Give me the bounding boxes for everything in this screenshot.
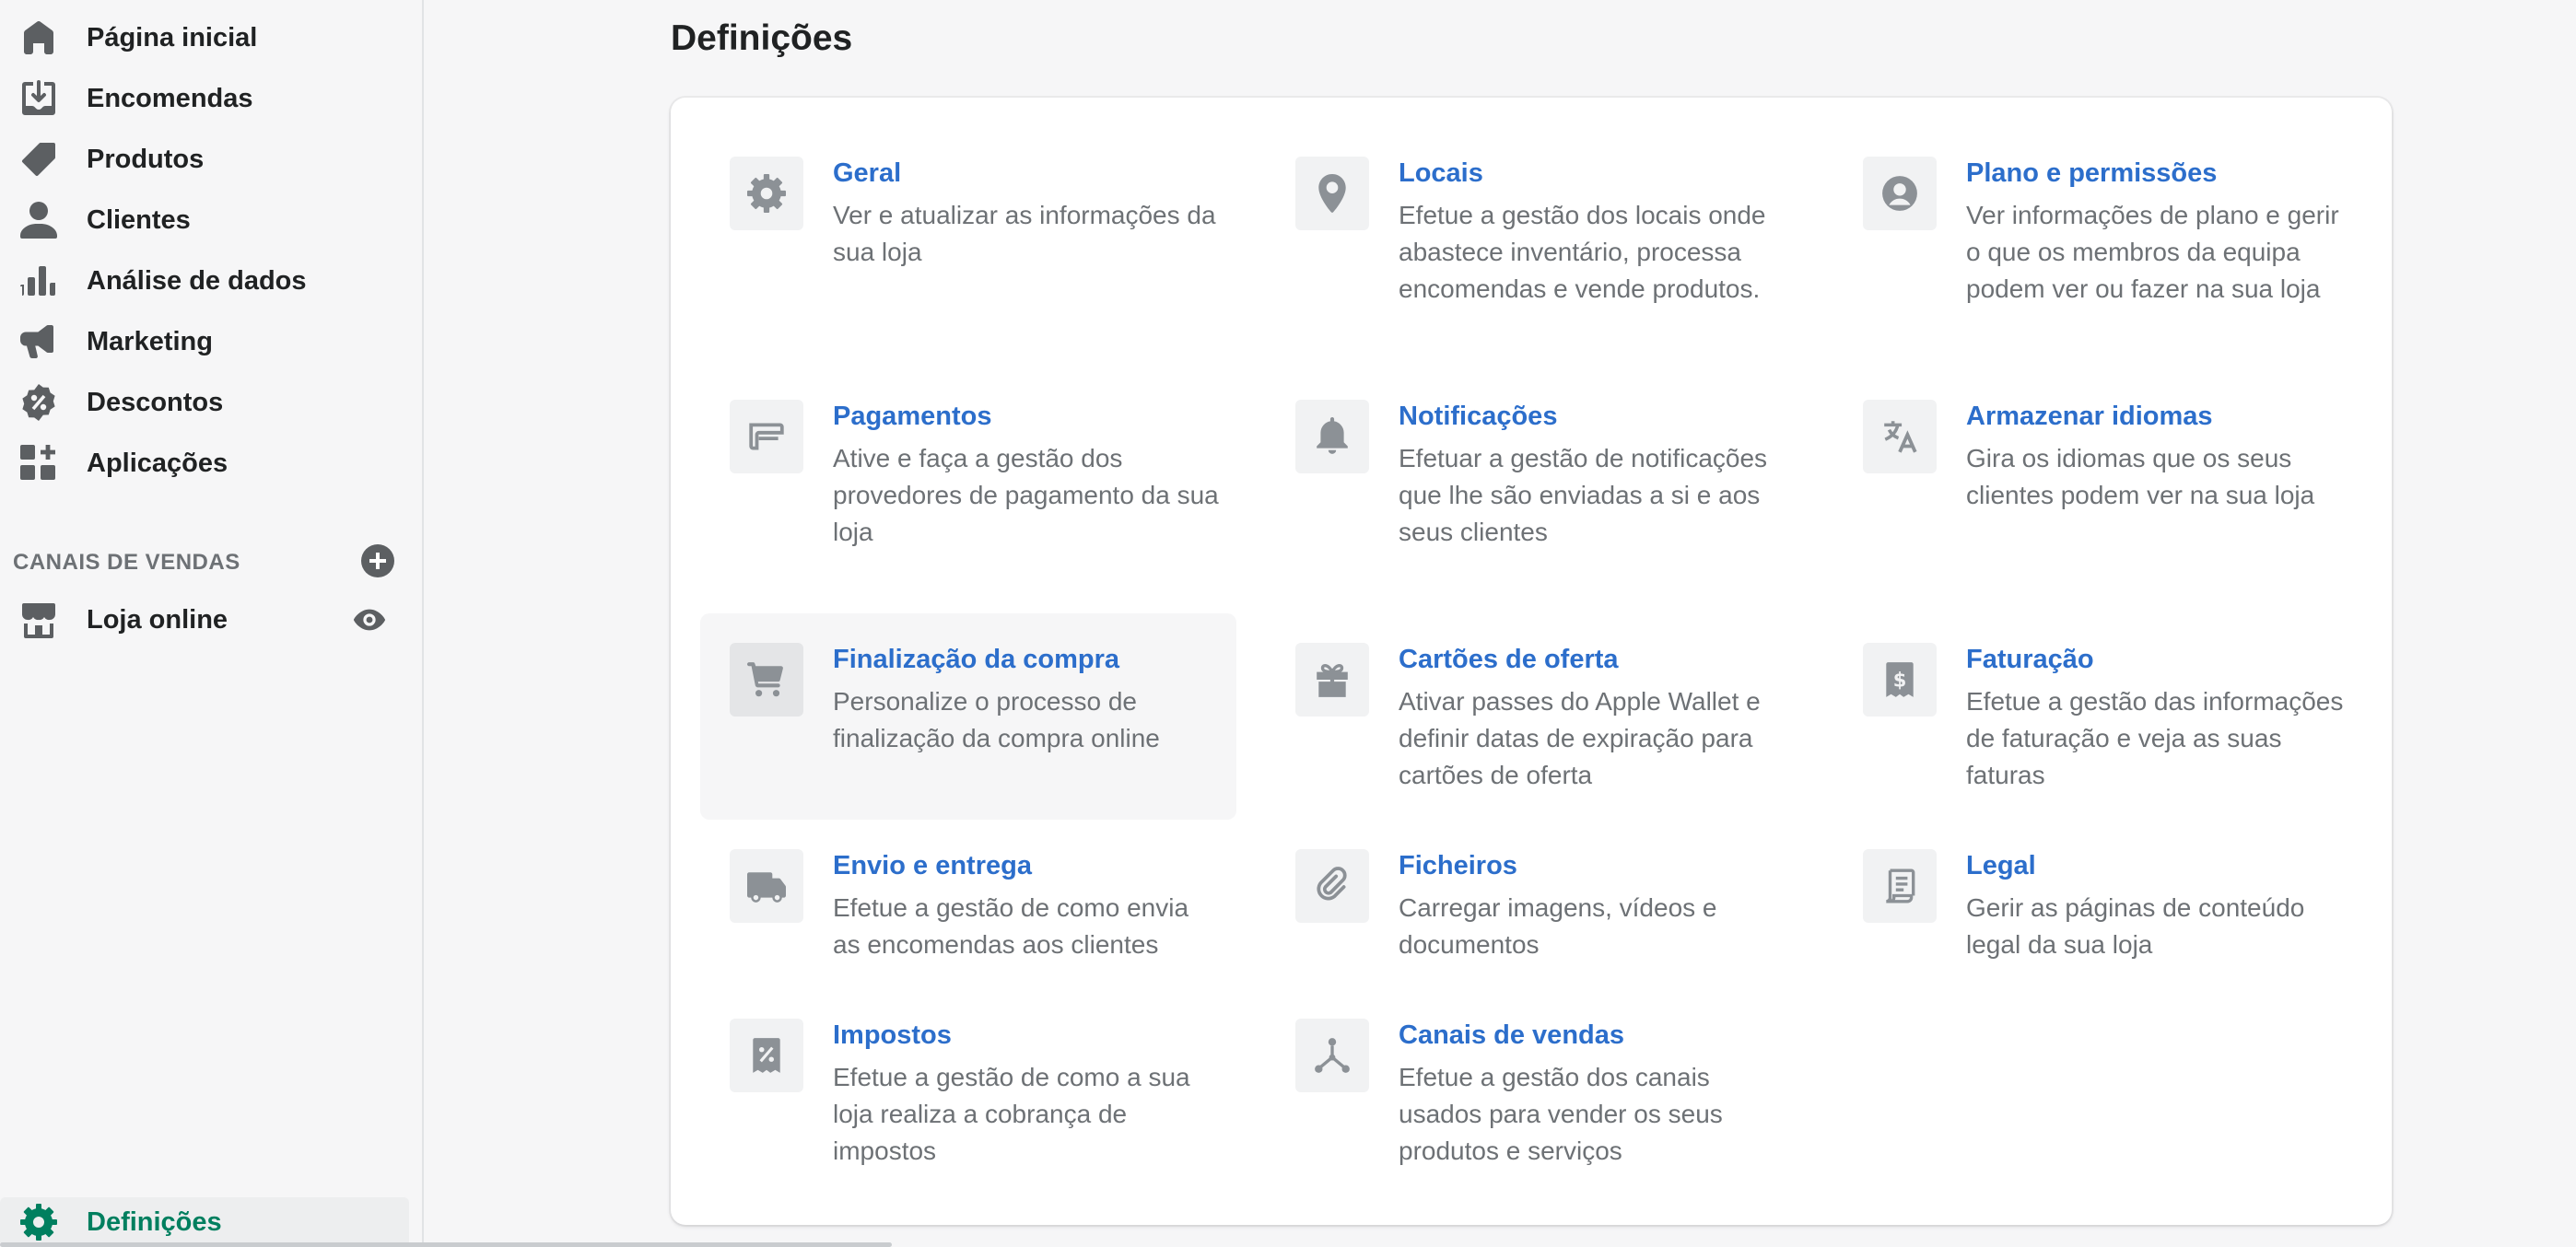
translate-icon [1863, 400, 1937, 473]
payments-icon [730, 400, 803, 473]
setting-billing[interactable]: $ Faturação Efetue a gestão das informaç… [1833, 613, 2370, 820]
orders-icon [20, 80, 57, 117]
document-icon [1863, 849, 1937, 923]
setting-description: Ativar passes do Apple Wallet e definir … [1399, 687, 1761, 789]
sidebar-item-products[interactable]: Produtos [0, 131, 409, 188]
setting-description: Ver e atualizar as informações da sua lo… [833, 201, 1216, 266]
paperclip-icon [1295, 849, 1369, 923]
sidebar: Página inicial Encomendas Produtos Clien… [0, 0, 424, 1247]
setting-description: Efetue a gestão dos locais onde abastece… [1399, 201, 1766, 303]
sidebar-item-apps[interactable]: Aplicações [0, 435, 409, 492]
megaphone-icon [20, 323, 57, 360]
sidebar-item-label: Análise de dados [87, 265, 307, 296]
user-circle-icon [1863, 157, 1937, 230]
sidebar-item-analytics[interactable]: Análise de dados [0, 252, 409, 309]
billing-icon: $ [1863, 643, 1937, 717]
setting-description: Efetue a gestão das informações de fatur… [1966, 687, 2344, 789]
sidebar-item-discounts[interactable]: Descontos [0, 374, 409, 431]
svg-text:$: $ [1893, 669, 1907, 691]
setting-description: Personalize o processo de finalização da… [833, 687, 1160, 752]
setting-title: Pagamentos [833, 402, 992, 431]
setting-taxes[interactable]: Impostos Efetue a gestão de como a sua l… [700, 989, 1236, 1195]
setting-title: Notificações [1399, 402, 1558, 431]
settings-card: Geral Ver e atualizar as informações da … [671, 98, 2392, 1225]
tag-icon [20, 141, 57, 178]
setting-title: Canais de vendas [1399, 1020, 1624, 1050]
setting-title: Legal [1966, 851, 2036, 880]
sidebar-item-label: Produtos [87, 144, 205, 174]
home-icon [20, 19, 57, 56]
sidebar-item-customers[interactable]: Clientes [0, 192, 409, 249]
setting-description: Ver informações de plano e gerir o que o… [1966, 201, 2339, 303]
sidebar-item-online-store[interactable]: Loja online [0, 591, 409, 648]
bell-icon [1295, 400, 1369, 473]
sidebar-item-marketing[interactable]: Marketing [0, 313, 409, 370]
setting-title: Locais [1399, 158, 1483, 188]
sidebar-item-label: Encomendas [87, 83, 253, 113]
setting-legal[interactable]: Legal Gerir as páginas de conteúdo legal… [1833, 820, 2370, 989]
apps-icon [20, 445, 57, 482]
sidebar-item-label: Aplicações [87, 448, 228, 478]
setting-title: Finalização da compra [833, 645, 1120, 674]
setting-title: Armazenar idiomas [1966, 402, 2213, 431]
page-title: Definições [671, 18, 853, 58]
sales-channels-header: CANAIS DE VENDAS [13, 544, 409, 581]
setting-description: Gerir as páginas de conteúdo legal da su… [1966, 893, 2305, 959]
setting-title: Faturação [1966, 645, 2094, 674]
sidebar-item-label: Descontos [87, 387, 224, 417]
setting-files[interactable]: Ficheiros Carregar imagens, vídeos e doc… [1266, 820, 1802, 989]
tax-icon [730, 1019, 803, 1092]
store-icon [20, 601, 57, 638]
sidebar-item-orders[interactable]: Encomendas [0, 70, 409, 127]
setting-description: Efetue a gestão de como envia as encomen… [833, 893, 1189, 959]
sidebar-item-home[interactable]: Página inicial [0, 9, 409, 66]
setting-locations[interactable]: Locais Efetue a gestão dos locais onde a… [1266, 127, 1802, 348]
sidebar-item-label: Loja online [87, 604, 228, 635]
discount-icon [20, 384, 57, 421]
setting-payments[interactable]: Pagamentos Ative e faça a gestão dos pro… [700, 370, 1236, 591]
setting-title: Ficheiros [1399, 851, 1517, 880]
setting-description: Carregar imagens, vídeos e documentos [1399, 893, 1717, 959]
person-icon [20, 202, 57, 239]
bar-chart-icon [20, 262, 57, 299]
sidebar-item-settings[interactable]: Definições [0, 1197, 409, 1247]
sidebar-item-label: Marketing [87, 326, 213, 356]
setting-description: Efetue a gestão de como a sua loja reali… [833, 1063, 1190, 1165]
setting-store-languages[interactable]: Armazenar idiomas Gira os idiomas que os… [1833, 370, 2370, 591]
sales-channels-title: CANAIS DE VENDAS [13, 550, 240, 575]
setting-general[interactable]: Geral Ver e atualizar as informações da … [700, 127, 1236, 348]
eye-icon[interactable] [352, 602, 387, 637]
setting-description: Gira os idiomas que os seus clientes pod… [1966, 444, 2315, 509]
setting-description: Ative e faça a gestão dos provedores de … [833, 444, 1219, 546]
location-pin-icon [1295, 157, 1369, 230]
horizontal-scrollbar[interactable] [0, 1242, 892, 1247]
setting-title: Plano e permissões [1966, 158, 2218, 188]
setting-title: Geral [833, 158, 902, 188]
setting-shipping[interactable]: Envio e entrega Efetue a gestão de como … [700, 820, 1236, 989]
gear-icon [20, 1204, 57, 1241]
setting-checkout[interactable]: Finalização da compra Personalize o proc… [700, 613, 1236, 820]
sidebar-item-label: Definições [87, 1206, 222, 1237]
setting-sales-channels[interactable]: Canais de vendas Efetue a gestão dos can… [1266, 989, 1802, 1195]
setting-plan-permissions[interactable]: Plano e permissões Ver informações de pl… [1833, 127, 2370, 348]
gift-icon [1295, 643, 1369, 717]
setting-title: Impostos [833, 1020, 952, 1050]
setting-description: Efetue a gestão dos canais usados para v… [1399, 1063, 1723, 1165]
add-channel-icon[interactable] [361, 544, 394, 577]
setting-title: Envio e entrega [833, 851, 1032, 880]
setting-notifications[interactable]: Notificações Efetuar a gestão de notific… [1266, 370, 1802, 591]
setting-gift-cards[interactable]: Cartões de oferta Ativar passes do Apple… [1266, 613, 1802, 820]
cart-icon [730, 643, 803, 717]
sidebar-item-label: Clientes [87, 204, 191, 235]
setting-description: Efetuar a gestão de notificações que lhe… [1399, 444, 1768, 546]
setting-title: Cartões de oferta [1399, 645, 1619, 674]
gear-icon [730, 157, 803, 230]
sidebar-item-label: Página inicial [87, 22, 258, 52]
channels-icon [1295, 1019, 1369, 1092]
truck-icon [730, 849, 803, 923]
